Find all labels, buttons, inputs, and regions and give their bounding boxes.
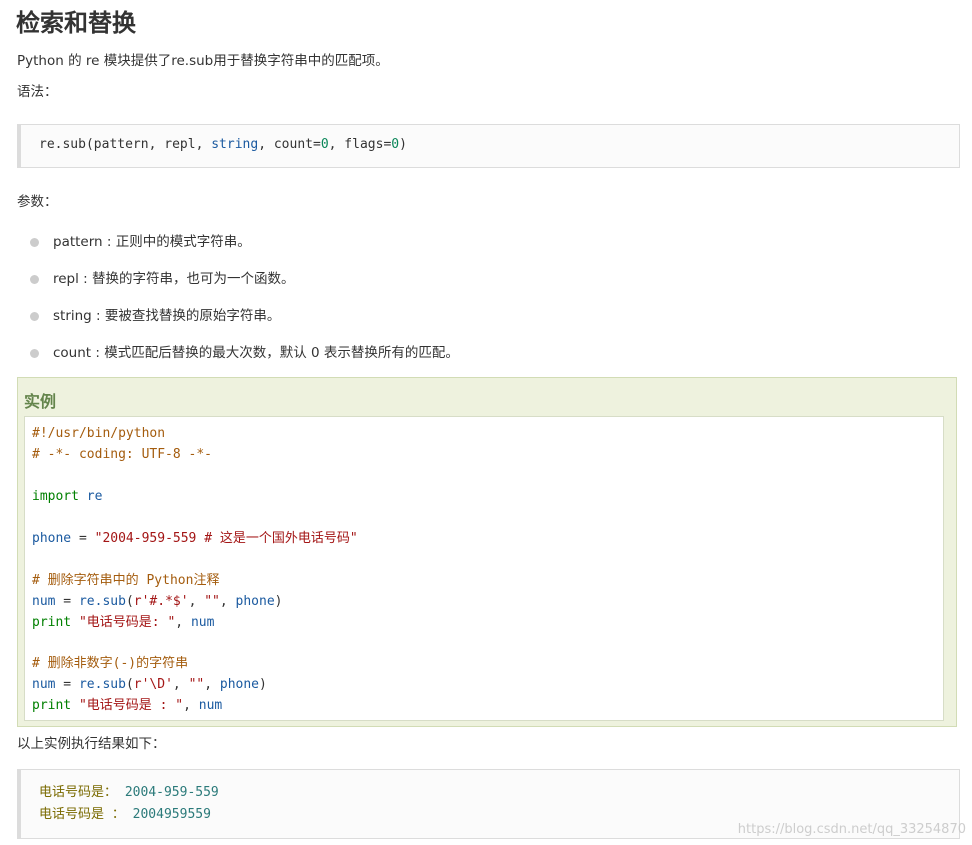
- output-line: 电话号码是 ： 2004959559: [39, 804, 211, 826]
- code-operator: =: [71, 531, 95, 546]
- output-line: 电话号码是： 2004-959-559: [39, 782, 219, 804]
- syntax-code-block: re.sub(pattern, repl, string, count=0, f…: [17, 124, 960, 168]
- watermark-text: https://blog.csdn.net/qq_33254870: [737, 822, 966, 837]
- code-operator: =: [55, 594, 79, 609]
- syntax-arg: flags: [344, 137, 384, 152]
- code-variable: phone: [235, 594, 275, 609]
- syntax-label: 语法：: [17, 84, 58, 100]
- bullet-icon: [30, 312, 39, 321]
- code-keyword: print: [32, 698, 72, 713]
- code-variable: num: [32, 594, 56, 609]
- code-variable: num: [190, 615, 215, 630]
- intro-text: Python 的 re 模块提供了re.sub用于替换字符串中的匹配项。: [17, 53, 389, 69]
- code-sep: ,: [188, 594, 205, 609]
- list-item: string : 要被查找替换的原始字符串。: [30, 306, 459, 343]
- syntax-arg: string: [211, 137, 259, 152]
- code-line: # -*- coding: UTF-8 -*-: [32, 447, 213, 462]
- list-item: pattern : 正则中的模式字符串。: [30, 232, 459, 269]
- bullet-icon: [30, 275, 39, 284]
- code-line: #!/usr/bin/python: [32, 426, 166, 441]
- syntax-sep: ,: [195, 137, 212, 152]
- code-variable: num: [32, 677, 56, 692]
- param-text: repl : 替换的字符串，也可为一个函数。: [53, 271, 295, 287]
- bullet-icon: [30, 238, 39, 247]
- code-line: # 删除字符串中的 Python注释: [32, 573, 220, 588]
- example-code-block: #!/usr/bin/python # -*- coding: UTF-8 -*…: [24, 416, 944, 721]
- list-item: repl : 替换的字符串，也可为一个函数。: [30, 269, 459, 306]
- code-paren: ): [274, 594, 283, 609]
- code-function: re.sub: [78, 594, 126, 609]
- code-string: r'\D': [133, 677, 173, 692]
- result-label: 以上实例执行结果如下：: [17, 736, 166, 752]
- output-value: 2004-959-559: [124, 785, 219, 800]
- code-paren: (: [125, 677, 134, 692]
- syntax-arg: repl: [164, 137, 196, 152]
- code-sep: ,: [175, 615, 191, 630]
- code-string: "": [204, 594, 220, 609]
- code-module: re: [78, 489, 103, 504]
- syntax-open: (: [85, 137, 94, 152]
- code-line: # 删除非数字(-)的字符串: [32, 656, 189, 671]
- param-text: pattern : 正则中的模式字符串。: [53, 234, 251, 250]
- bullet-icon: [30, 349, 39, 358]
- code-string: "": [188, 677, 205, 692]
- syntax-line: re.sub(pattern, repl, string, count=0, f…: [39, 137, 407, 152]
- syntax-sep: ,: [258, 137, 274, 152]
- syntax-value: 0: [320, 137, 329, 152]
- code-paren: ): [259, 677, 267, 692]
- code-string: r'#.*$': [133, 594, 189, 609]
- code-sep: ,: [204, 677, 220, 692]
- code-variable: phone: [219, 677, 260, 692]
- code-variable: phone: [32, 531, 72, 546]
- code-keyword: import: [32, 489, 79, 504]
- example-box: 实例 #!/usr/bin/python # -*- coding: UTF-8…: [17, 377, 957, 727]
- code-keyword: print: [32, 615, 72, 630]
- code-line: print "电话号码是 : ", num: [32, 695, 222, 716]
- code-line: num = re.sub(r'#.*$', "", phone): [32, 591, 283, 612]
- code-paren: (: [125, 594, 134, 609]
- code-line: import re: [32, 486, 102, 507]
- code-string: "2004-959-559 # 这是一个国外电话号码": [94, 531, 358, 546]
- output-value: 2004959559: [132, 807, 211, 822]
- code-sep: ,: [172, 677, 189, 692]
- param-list: pattern : 正则中的模式字符串。 repl : 替换的字符串，也可为一个…: [30, 232, 459, 380]
- code-line: print "电话号码是: ", num: [32, 612, 214, 633]
- syntax-close: ): [399, 137, 407, 152]
- syntax-value: 0: [391, 137, 400, 152]
- syntax-arg: count: [273, 137, 313, 152]
- param-text: count : 模式匹配后替换的最大次数，默认 0 表示替换所有的匹配。: [53, 345, 459, 361]
- syntax-sep: ,: [328, 137, 345, 152]
- page-title: 检索和替换: [16, 9, 136, 37]
- params-label: 参数：: [17, 194, 58, 210]
- code-sep: ,: [219, 594, 236, 609]
- code-string: "电话号码是: ": [71, 615, 176, 630]
- syntax-fn: re.sub: [39, 137, 86, 152]
- code-function: re.sub: [78, 677, 126, 692]
- syntax-eq: =: [312, 137, 321, 152]
- list-item: count : 模式匹配后替换的最大次数，默认 0 表示替换所有的匹配。: [30, 343, 459, 380]
- code-variable: num: [198, 698, 223, 713]
- example-title: 实例: [24, 392, 57, 411]
- code-sep: ,: [183, 698, 199, 713]
- code-line: num = re.sub(r'\D', "", phone): [32, 674, 267, 695]
- syntax-sep: ,: [148, 137, 165, 152]
- output-label: 电话号码是 ：: [39, 807, 125, 822]
- code-string: "电话号码是 : ": [71, 698, 184, 713]
- syntax-arg: pattern: [93, 137, 149, 152]
- code-line: phone = "2004-959-559 # 这是一个国外电话号码": [32, 528, 358, 549]
- code-operator: =: [55, 677, 79, 692]
- output-label: 电话号码是：: [39, 785, 118, 800]
- param-text: string : 要被查找替换的原始字符串。: [53, 308, 281, 324]
